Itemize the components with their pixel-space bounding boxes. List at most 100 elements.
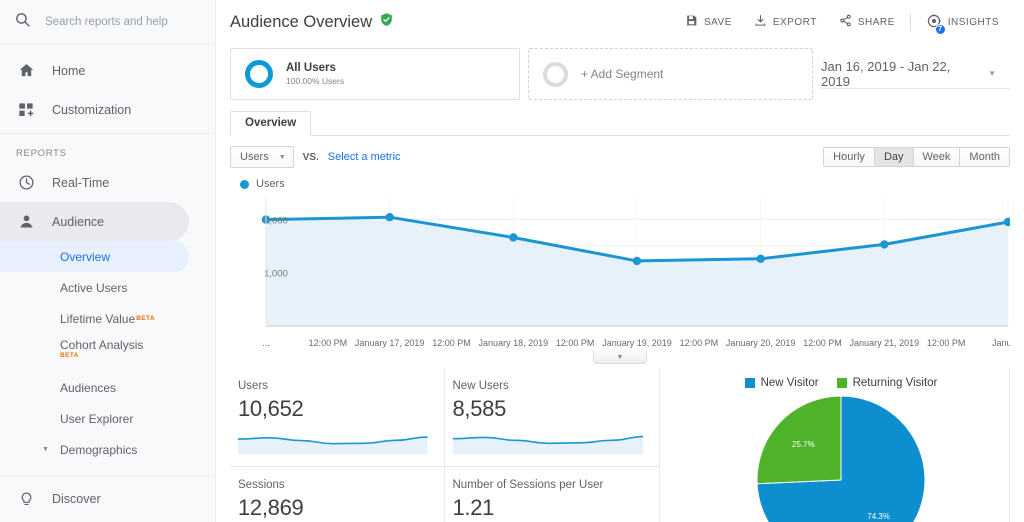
sidebar-item-real-time[interactable]: Real-Time — [0, 163, 189, 202]
sidebar-subitem-label: Audiences — [60, 380, 117, 395]
search-input[interactable] — [45, 16, 195, 28]
beta-badge: BETA — [136, 315, 155, 322]
panel-right-border — [1009, 368, 1010, 522]
segment-percentage: 100.00% Users — [286, 76, 345, 87]
granularity-hourly[interactable]: Hourly — [824, 148, 875, 166]
metric-card-users[interactable]: Users 10,652 — [230, 368, 445, 467]
search-icon — [14, 11, 31, 33]
granularity-week[interactable]: Week — [913, 148, 961, 166]
sidebar: Home Customization REPORTS — [0, 0, 216, 522]
chevron-down-icon: ▼ — [42, 446, 49, 453]
insights-button[interactable]: 7 INSIGHTS — [915, 7, 1010, 37]
visitor-type-pie-chart[interactable]: 74.3% 25.7% — [756, 395, 926, 522]
segment-all-users[interactable]: All Users 100.00% Users — [230, 48, 520, 100]
svg-text:January 17, 2019: January 17, 2019 — [355, 338, 425, 348]
tab-overview[interactable]: Overview — [230, 111, 312, 136]
sidebar-subitem-label: Demographics — [60, 442, 138, 457]
metric-card-new-users[interactable]: New Users 8,585 — [444, 368, 659, 467]
date-range-picker[interactable]: Jan 16, 2019 - Jan 22, 2019 ▼ — [821, 59, 1010, 89]
share-label: SHARE — [857, 16, 895, 28]
beta-badge: BETA — [60, 352, 79, 359]
analytics-app: Home Customization REPORTS — [0, 0, 1024, 522]
metric-card-sessions[interactable]: Sessions 12,869 — [230, 467, 445, 522]
share-icon — [839, 14, 852, 30]
metric-label: Sessions — [238, 479, 285, 491]
date-range-label: Jan 16, 2019 - Jan 22, 2019 — [821, 58, 951, 89]
sidebar-item-cohort-analysis[interactable]: Cohort Analysis BETA — [0, 334, 189, 372]
insights-icon: 7 — [926, 13, 946, 35]
export-icon — [754, 14, 767, 30]
svg-text:1,000: 1,000 — [264, 269, 288, 280]
metric-select[interactable]: Users ▼ — [230, 146, 294, 168]
sidebar-item-label: Real-Time — [52, 175, 110, 190]
sidebar-item-lifetime-value[interactable]: Lifetime Value BETA — [0, 303, 189, 334]
chart-collapse-handle[interactable]: ▼ — [593, 351, 647, 364]
insights-label: INSIGHTS — [947, 16, 999, 28]
sidebar-item-user-explorer[interactable]: User Explorer — [0, 403, 189, 434]
svg-text:25.7%: 25.7% — [792, 440, 815, 449]
svg-text:12:00 PM: 12:00 PM — [432, 338, 471, 348]
svg-text:12:00 PM: 12:00 PM — [680, 338, 719, 348]
metric-label: Users — [238, 380, 269, 392]
tab-label: Overview — [245, 117, 297, 129]
metric-select-value: Users — [240, 151, 269, 163]
legend-color-swatch — [240, 179, 249, 189]
chevron-down-icon: ▼ — [988, 69, 996, 78]
svg-text:January 18, 2019: January 18, 2019 — [479, 338, 549, 348]
metric-value: 12,869 — [238, 495, 304, 520]
sidebar-item-customization[interactable]: Customization — [0, 90, 189, 129]
metric-value: 8,585 — [452, 396, 507, 421]
select-a-metric-link[interactable]: Select a metric — [328, 151, 401, 163]
export-label: EXPORT — [772, 16, 817, 28]
sidebar-item-audiences[interactable]: Audiences — [0, 372, 189, 403]
legend-color-swatch — [744, 378, 755, 388]
sidebar-item-label: Home — [52, 63, 86, 78]
svg-text:12:00 PM: 12:00 PM — [556, 338, 595, 348]
segment-donut-icon — [245, 60, 273, 88]
summary-section: Users 10,652 New Users 8,585 Sessions 12… — [216, 364, 1024, 522]
export-button[interactable]: EXPORT — [743, 7, 828, 37]
metric-card-sessions-per-user[interactable]: Number of Sessions per User 1.21 — [445, 467, 660, 522]
metric-sparkline — [238, 436, 428, 454]
sidebar-item-label: Customization — [52, 102, 132, 117]
pie-legend-returning-visitor[interactable]: Returning Visitor — [836, 377, 937, 389]
add-segment-label: + Add Segment — [581, 67, 664, 81]
bulb-icon — [16, 491, 36, 508]
sidebar-discover-container: Discover — [0, 475, 215, 522]
pie-chart-holder: 74.3% 25.7% — [672, 395, 1010, 522]
sidebar-item-demographics[interactable]: ▼ Demographics — [0, 434, 189, 465]
legend-color-swatch — [836, 378, 847, 388]
svg-text:January 19, 2019: January 19, 2019 — [602, 338, 672, 348]
metric-sparkline — [452, 435, 643, 454]
sidebar-item-label: Discover — [52, 492, 101, 506]
chart-legend: Users — [230, 178, 1010, 190]
sidebar-divider — [0, 133, 215, 134]
customization-icon — [16, 102, 36, 118]
chart-x-axis: ... 12:00 PM January 17, 2019 12:00 PM Janua… — [262, 338, 1010, 348]
svg-text:Janua...: Janua... — [992, 338, 1010, 348]
person-icon — [16, 213, 36, 230]
save-button[interactable]: SAVE — [674, 7, 743, 37]
sidebar-item-audience[interactable]: Audience — [0, 202, 189, 241]
granularity-month[interactable]: Month — [960, 148, 1009, 166]
svg-text:12:00 PM: 12:00 PM — [803, 338, 842, 348]
share-button[interactable]: SHARE — [828, 7, 906, 37]
page-title-text: Audience Overview — [230, 12, 373, 31]
sidebar-subitem-label: User Explorer — [60, 411, 134, 426]
add-segment-button[interactable]: + Add Segment — [528, 48, 813, 100]
pie-legend-new-visitor[interactable]: New Visitor — [744, 377, 819, 389]
home-icon — [16, 62, 36, 79]
chart-resize-handle-wrap: ▼ — [230, 351, 1010, 364]
svg-text:...: ... — [262, 338, 270, 348]
main-content: Audience Overview SAVE EXPORT SHARE 7 IN… — [216, 0, 1024, 522]
visitor-type-panel: New Visitor Returning Visitor 74.3% 25.7% — [660, 368, 1010, 522]
sidebar-item-overview[interactable]: Overview — [0, 241, 189, 272]
sidebar-item-discover[interactable]: Discover — [0, 476, 215, 522]
users-line-chart[interactable]: 1,000 2,000 — [230, 194, 1010, 334]
granularity-day[interactable]: Day — [874, 148, 914, 166]
metric-label: New Users — [452, 380, 509, 392]
save-icon — [685, 14, 698, 30]
sidebar-item-home[interactable]: Home — [0, 51, 189, 90]
sidebar-search[interactable] — [0, 0, 215, 45]
sidebar-item-active-users[interactable]: Active Users — [0, 272, 189, 303]
